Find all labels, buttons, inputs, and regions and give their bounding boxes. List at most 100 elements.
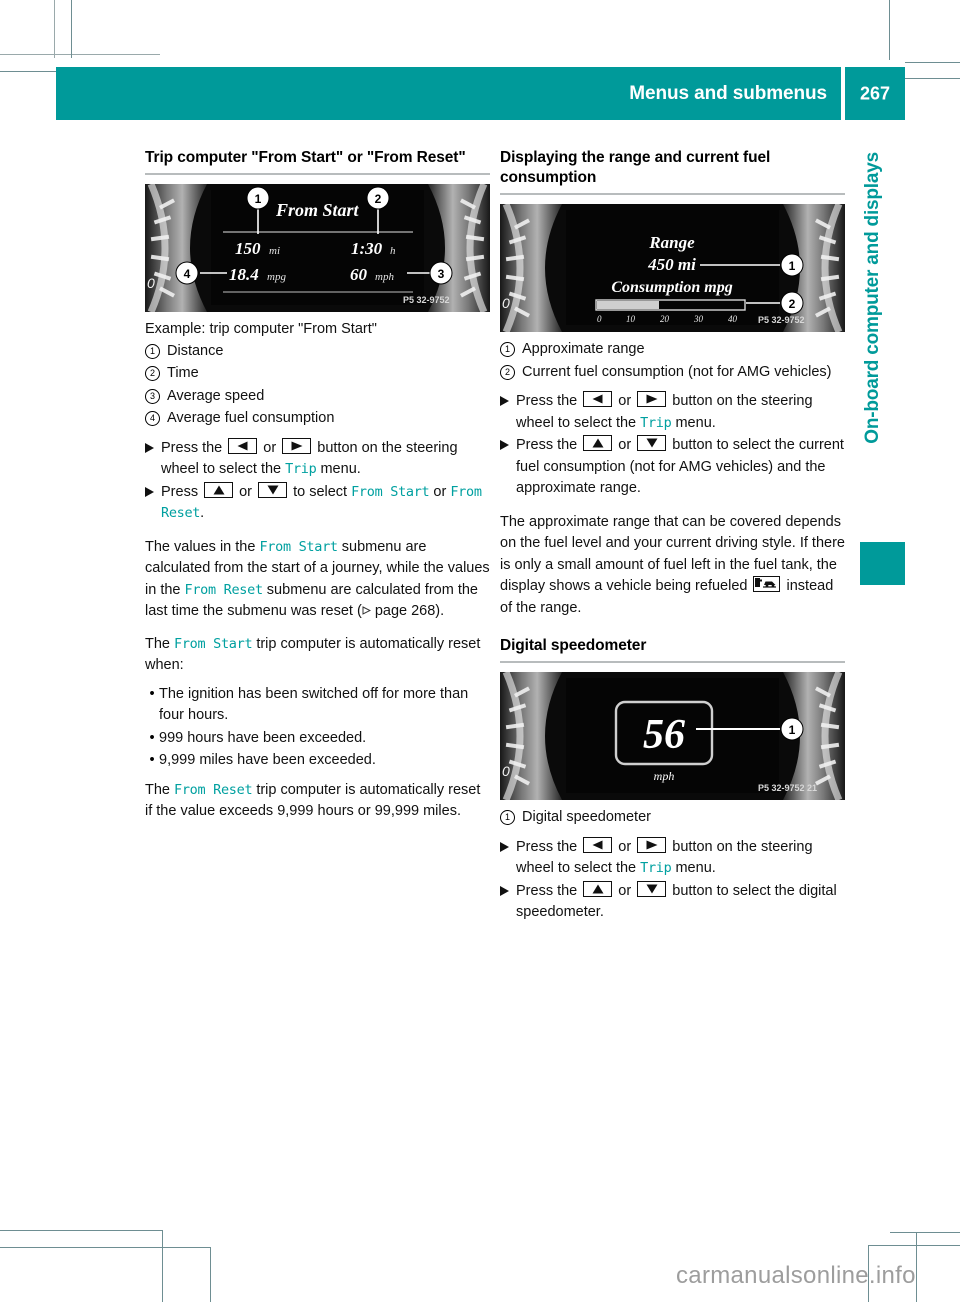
bullet-text: The ignition has been switched off for m… <box>159 685 469 724</box>
up-arrow-key-icon[interactable] <box>583 880 613 897</box>
svg-text:1:30: 1:30 <box>351 239 383 258</box>
circled-number-icon: 3 <box>145 388 160 404</box>
up-arrow-key-icon[interactable] <box>583 435 613 451</box>
circled-number-icon: 1 <box>500 810 515 825</box>
right-arrow-key-icon[interactable] <box>637 836 667 853</box>
heading-rule <box>145 173 490 175</box>
callout-text: Current fuel consumption (not for AMG ve… <box>522 363 832 380</box>
down-arrow-key-icon[interactable] <box>258 481 288 498</box>
svg-text:18.4: 18.4 <box>229 265 259 284</box>
svg-text:1: 1 <box>789 259 796 273</box>
paragraph-submenu-values: The values in the From Start submenu are… <box>145 537 490 623</box>
svg-text:From Start: From Start <box>275 200 360 220</box>
svg-text:20: 20 <box>660 314 670 324</box>
page-number-box: 267 <box>845 67 905 120</box>
svg-text:Consumption mpg: Consumption mpg <box>611 279 732 296</box>
circled-number-icon: 4 <box>145 411 160 426</box>
heading-rule <box>500 661 845 663</box>
paragraph-approximate-range: The approximate range that can be covere… <box>500 513 845 616</box>
svg-text:56: 56 <box>643 712 685 758</box>
crop-mark <box>0 54 160 55</box>
right-arrow-key-icon[interactable] <box>282 437 312 454</box>
svg-text:1: 1 <box>789 723 796 737</box>
callout-text: Distance <box>167 342 224 359</box>
circled-number-icon: 2 <box>500 364 515 380</box>
circled-number-icon: 1 <box>145 343 160 359</box>
circled-number-icon: 1 <box>500 342 515 357</box>
left-arrow-key-icon[interactable] <box>583 391 613 407</box>
action-arrow-icon <box>500 837 516 852</box>
callout-text: Digital speedometer <box>522 809 651 825</box>
svg-text:0: 0 <box>502 763 510 779</box>
page-ref-arrow-icon <box>362 601 371 623</box>
page-number: 267 <box>859 83 891 103</box>
chapter-side-tab-marker <box>860 542 905 585</box>
left-column: Trip computer "From Start" or "From Rese… <box>145 148 490 823</box>
crop-mark <box>905 78 960 79</box>
callout-item-1: 1 Distance <box>145 341 490 363</box>
svg-text:h: h <box>390 245 396 257</box>
svg-text:mpg: mpg <box>267 271 286 283</box>
svg-text:P5 32-9752: P5 32-9752 <box>758 315 805 325</box>
callout-number: 1 <box>145 341 167 363</box>
svg-text:mph: mph <box>375 271 394 283</box>
action-step-text: Press the or button to select the digita… <box>516 880 837 920</box>
action-step-text: Press or to select From Start or From Re… <box>161 481 482 521</box>
menu-name: From Reset <box>184 581 264 598</box>
crop-mark <box>0 1230 163 1231</box>
menu-name: Trip <box>285 461 317 477</box>
action-step-text: Press the or button on the steering whee… <box>516 391 813 431</box>
figure-digital-speedometer: 0 56 mph 1 P5 32-9752 21 <box>500 672 845 800</box>
action-step: Press the or button on the steering whee… <box>500 836 845 880</box>
menu-name: From Start <box>174 635 253 652</box>
callout-number: 4 <box>145 408 167 430</box>
up-arrow-key-icon[interactable] <box>204 481 234 498</box>
bullet-item: • The ignition has been switched off for… <box>145 684 490 727</box>
crop-mark <box>71 0 72 58</box>
menu-name: Trip <box>640 860 672 876</box>
down-arrow-key-icon[interactable] <box>637 880 667 897</box>
callout-item-1: 1 Digital speedometer <box>500 807 845 829</box>
section-heading-range: Displaying the range and current fuel co… <box>500 149 771 186</box>
callout-item-2: 2 Time <box>145 363 490 385</box>
crop-mark <box>916 1232 917 1302</box>
callout-number: 2 <box>500 362 522 384</box>
bullet-item: • 9,999 miles have been exceeded. <box>145 750 490 772</box>
watermark: carmanualsonline.info <box>676 1262 916 1289</box>
right-arrow-key-icon[interactable] <box>637 391 667 407</box>
crop-mark <box>905 62 960 63</box>
svg-text:P5 32-9752: P5 32-9752 <box>403 295 450 305</box>
crop-mark <box>0 1247 210 1248</box>
crop-mark <box>890 1232 960 1233</box>
bullet-icon: • <box>149 729 155 746</box>
heading-rule <box>500 193 845 195</box>
refuel-vehicle-icon <box>753 576 781 592</box>
menu-name: From Start <box>259 538 338 555</box>
svg-text:2: 2 <box>789 297 796 311</box>
chapter-side-tab-label: On-board computer and displays <box>862 152 883 444</box>
callout-text: Time <box>167 365 199 381</box>
callout-item-2: 2 Current fuel consumption (not for AMG … <box>500 362 845 384</box>
action-step: Press the or button to select the curren… <box>500 435 845 500</box>
action-step: Press the or button on the steering whee… <box>500 391 845 434</box>
menu-name: From Reset <box>174 781 253 798</box>
left-arrow-key-icon[interactable] <box>228 437 258 454</box>
crop-mark <box>54 0 55 58</box>
action-arrow-icon <box>500 435 516 450</box>
action-arrow-icon <box>145 438 161 453</box>
figure-trip-computer-from-start: 0 From Start 150 mi 1:30 h 18.4 mpg 60 m… <box>145 184 490 312</box>
action-arrow-icon <box>500 391 516 406</box>
page-header-bar: Menus and submenus <box>56 67 841 120</box>
circled-number-icon: 2 <box>145 366 160 381</box>
callout-number: 1 <box>500 807 522 829</box>
down-arrow-key-icon[interactable] <box>637 435 667 451</box>
callout-text: Average speed <box>167 387 265 404</box>
page-header-title: Menus and submenus <box>629 82 827 104</box>
svg-text:10: 10 <box>626 314 636 324</box>
left-arrow-key-icon[interactable] <box>583 836 613 853</box>
bullet-item: • 999 hours have been exceeded. <box>145 728 490 750</box>
bullet-text: 9,999 miles have been exceeded. <box>159 752 376 768</box>
svg-text:0: 0 <box>597 314 602 324</box>
callout-text: Approximate range <box>522 341 645 357</box>
figure-range-consumption: 0 Range 450 mi Consumption mpg 0 10 20 3… <box>500 204 845 332</box>
